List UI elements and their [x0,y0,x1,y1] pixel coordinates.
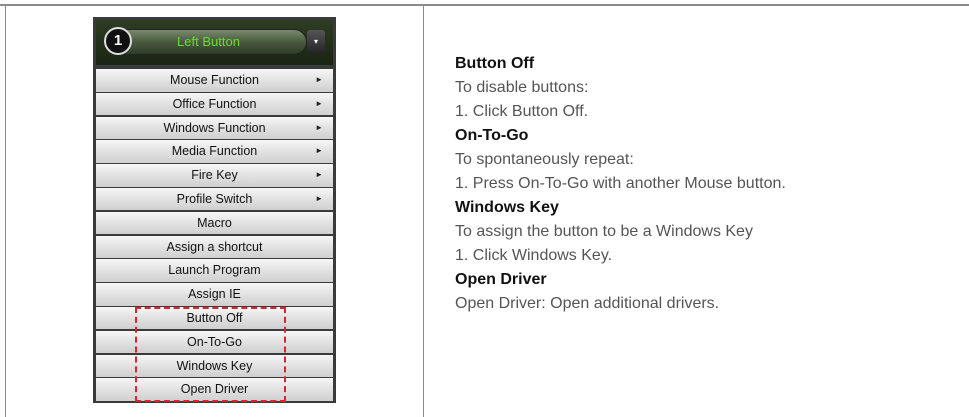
submenu-arrow-icon: ► [315,170,323,180]
section-text: To assign the button to be a Windows Key [455,223,753,240]
menu-item-label: Assign a shortcut [166,239,263,254]
menu-item-label: Media Function [171,144,258,159]
menu-item-profile-switch[interactable]: Profile Switch ► [96,187,333,211]
menu-item-mouse-function[interactable]: Mouse Function ► [96,69,333,92]
menu-item-label: Office Function [172,96,257,111]
left-divider [5,4,6,417]
section-heading: Button Off [455,55,535,72]
submenu-arrow-icon: ► [315,146,323,156]
menu-item-launch-program[interactable]: Launch Program [96,259,333,282]
section-text: To spontaneously repeat: [455,151,634,168]
button-selector[interactable]: Left Button [110,29,307,55]
submenu-arrow-icon: ► [315,122,323,132]
menu-item-label: Assign IE [188,287,241,302]
menu-item-assign-a-shortcut[interactable]: Assign a shortcut [96,235,333,259]
submenu-arrow-icon: ► [315,98,323,108]
section-text: 1. Press On-To-Go with another Mouse but… [455,175,786,192]
menu-item-macro[interactable]: Macro [96,211,333,235]
top-divider [0,4,969,6]
column-divider [423,4,424,417]
description-panel: Button Off To disable buttons: 1. Click Bu… [455,52,955,316]
section-text: 1. Click Windows Key. [455,247,613,264]
menu-item-media-function[interactable]: Media Function ► [96,140,333,163]
menu-item-label: Profile Switch [176,191,253,206]
menu-item-windows-function[interactable]: Windows Function ► [96,116,333,140]
menu-item-label: Launch Program [168,263,261,278]
menu-item-label: Mouse Function [170,73,259,87]
menu-header: Left Button 1 ▾ [96,20,333,65]
highlight-box [135,307,286,402]
section-text: 1. Click Button Off. [455,103,589,120]
menu-item-label: Macro [197,215,232,230]
submenu-arrow-icon: ► [315,193,323,203]
menu-item-office-function[interactable]: Office Function ► [96,92,333,116]
menu-item-label: Fire Key [191,168,238,183]
submenu-arrow-icon: ► [315,75,323,84]
section-heading: Open Driver [455,271,547,288]
chevron-down-icon[interactable]: ▾ [307,30,325,54]
menu-item-assign-ie[interactable]: Assign IE [96,283,333,306]
button-number-badge: 1 [104,27,132,55]
button-selector-label: Left Button [177,34,240,49]
section-heading: On-To-Go [455,127,529,144]
section-text: To disable buttons: [455,79,589,96]
section-heading: Windows Key [455,199,559,216]
menu-item-fire-key[interactable]: Fire Key ► [96,164,333,187]
page-frame: Left Button 1 ▾ Mouse Function ► Office Fu… [0,0,969,417]
section-text: Open Driver: Open additional drivers. [455,295,720,312]
menu-item-label: Windows Function [163,120,266,135]
